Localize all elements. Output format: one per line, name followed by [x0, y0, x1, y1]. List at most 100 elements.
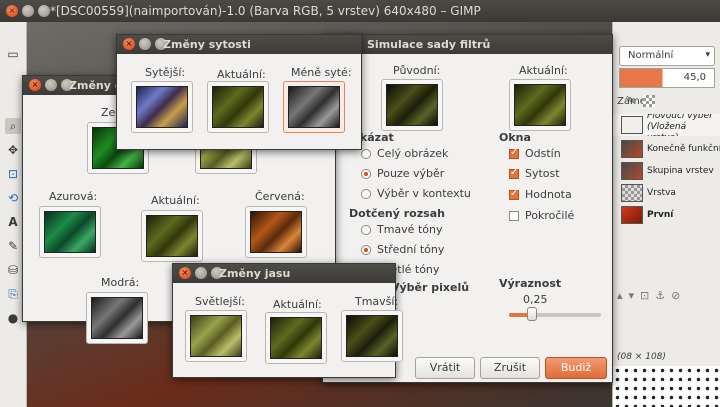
red-label: Červená:: [255, 190, 305, 203]
rect-select-icon[interactable]: ▭: [5, 46, 21, 62]
paintbrush-icon[interactable]: ✎: [5, 238, 21, 254]
current-label: Aktuální:: [273, 298, 322, 311]
blue-preview[interactable]: [86, 292, 148, 344]
saturation-window-label: Sytost: [525, 167, 560, 180]
less-saturated-preview[interactable]: [283, 81, 345, 133]
current-preview: [509, 79, 571, 131]
layer-row[interactable]: Konečně funkční p: [613, 138, 720, 160]
dialog-titlebar: × Změny jasu: [173, 264, 395, 283]
darker-label: Tmavší:: [355, 295, 399, 308]
show-selection-only-label: Pouze výběr: [377, 167, 445, 180]
layer-row[interactable]: Plovoucí výběr (Vložená vrstva): [613, 114, 720, 136]
window-title: *[DSC00559](naimportován)-1.0 (Barva RGB…: [50, 4, 481, 18]
shadows-radio[interactable]: [361, 225, 371, 235]
show-selection-in-context-radio[interactable]: [361, 189, 371, 199]
midtones-radio[interactable]: [361, 245, 371, 255]
minimize-icon[interactable]: [139, 38, 151, 50]
bucket-fill-icon[interactable]: ⛁: [5, 262, 21, 278]
lock-brush-icon[interactable]: ✎: [627, 96, 635, 107]
cancel-button[interactable]: Zrušit: [480, 357, 540, 379]
saturation-variations-dialog: × Změny sytosti Sytější: Aktuální: Méně …: [116, 34, 362, 150]
windows-header: Okna: [499, 131, 531, 144]
lock-alpha-icon[interactable]: [643, 95, 655, 107]
close-icon[interactable]: ×: [6, 5, 18, 17]
opacity-value: 45,0: [683, 72, 706, 83]
hue-window-label: Odstín: [525, 147, 561, 160]
layer-row[interactable]: Skupina vrstev: [613, 160, 720, 182]
layer-thumb: [621, 140, 643, 158]
zoom-tool-icon[interactable]: ⌕: [5, 118, 21, 134]
dialog-title: Změny sytosti: [163, 38, 251, 51]
chevron-down-icon: ▾: [705, 50, 710, 60]
layer-name: Konečně funkční p: [647, 144, 720, 154]
ok-button[interactable]: Budiž: [545, 357, 607, 379]
transform-tool-icon[interactable]: ⟲: [5, 190, 21, 206]
close-icon[interactable]: ×: [179, 267, 191, 279]
roughness-header: Výraznost: [499, 277, 562, 290]
darker-preview[interactable]: [341, 310, 403, 362]
cyan-label: Azurová:: [49, 190, 98, 203]
dialog-title: Změny jasu: [219, 267, 291, 280]
move-tool-icon[interactable]: ✥: [5, 142, 21, 158]
main-window-buttons: ×: [6, 5, 50, 17]
mode-select[interactable]: Normální ▾: [619, 46, 715, 66]
current-label: Aktuální:: [217, 68, 266, 81]
close-icon[interactable]: ×: [123, 38, 135, 50]
advanced-window-label: Pokročilé: [525, 209, 575, 222]
minimize-icon[interactable]: [45, 79, 57, 91]
maximize-icon[interactable]: [38, 5, 50, 17]
pixel-select-header: Výběr pixelů: [391, 281, 470, 294]
show-selection-in-context-label: Výběr v kontextu: [377, 187, 471, 200]
layer-name: Vrstva: [647, 188, 676, 198]
show-selection-only-radio[interactable]: [361, 169, 371, 179]
layer-row[interactable]: První: [613, 204, 720, 226]
main-window-titlebar: × *[DSC00559](naimportován)-1.0 (Barva R…: [0, 0, 720, 22]
dialog-titlebar: × Změny sytosti: [117, 35, 361, 54]
smudge-tool-icon[interactable]: ●: [5, 310, 21, 326]
current-label: Aktuální:: [151, 194, 200, 207]
hue-window-checkbox[interactable]: [509, 147, 519, 159]
crop-tool-icon[interactable]: ⊡: [5, 166, 21, 182]
layer-row[interactable]: Vrstva: [613, 182, 720, 204]
original-label: Původní:: [393, 64, 441, 77]
shadows-label: Tmavé tóny: [377, 223, 443, 236]
midtones-label: Střední tóny: [377, 243, 445, 256]
layers-dock: Normální ▾ 45,0 Zámek: ✎ Plovoucí výběr …: [612, 22, 720, 407]
roughness-slider-handle[interactable]: [527, 307, 537, 321]
dialog-title: Simulace sady filtrů: [367, 38, 491, 51]
red-preview[interactable]: [245, 206, 307, 258]
advanced-window-checkbox[interactable]: [509, 211, 519, 221]
layers-button-bar: ▴▾⊡⚓⊘: [617, 289, 687, 302]
minimize-icon[interactable]: [195, 267, 207, 279]
value-window-label: Hodnota: [525, 188, 572, 201]
more-saturated-label: Sytější:: [145, 66, 186, 79]
current-preview: [265, 312, 327, 364]
layer-name: Skupina vrstev: [647, 166, 714, 176]
layer-thumb: [621, 162, 643, 180]
text-tool-icon[interactable]: A: [5, 214, 21, 230]
dialog-titlebar: Simulace sady filtrů: [323, 35, 612, 54]
brush-info: (08 × 108): [617, 352, 666, 362]
reset-button[interactable]: Vrátit: [415, 357, 475, 379]
layer-thumb: [621, 184, 643, 202]
more-saturated-preview[interactable]: [131, 81, 193, 133]
layer-name: První: [647, 210, 674, 220]
layer-name: Plovoucí výběr (Vložená vrstva): [647, 114, 713, 136]
cyan-preview[interactable]: [39, 206, 101, 258]
lighter-preview[interactable]: [185, 310, 247, 362]
range-header: Dotčený rozsah: [349, 207, 445, 220]
less-saturated-label: Méně syté:: [291, 66, 352, 79]
minimize-icon[interactable]: [22, 5, 34, 17]
brush-grid[interactable]: [613, 366, 720, 407]
saturation-window-checkbox[interactable]: [509, 167, 519, 179]
value-variations-dialog: × Změny jasu Světlejší: Aktuální: Tmavší…: [172, 263, 403, 378]
mode-select-value: Normální: [628, 50, 674, 61]
clone-tool-icon[interactable]: ⎘: [5, 286, 21, 302]
opacity-slider[interactable]: 45,0: [619, 68, 715, 88]
value-window-checkbox[interactable]: [509, 188, 519, 200]
show-whole-image-radio[interactable]: [361, 149, 371, 159]
current-preview: [207, 81, 269, 133]
layer-thumb: [621, 206, 643, 224]
close-icon[interactable]: ×: [29, 79, 41, 91]
current-label: Aktuální:: [519, 64, 568, 77]
